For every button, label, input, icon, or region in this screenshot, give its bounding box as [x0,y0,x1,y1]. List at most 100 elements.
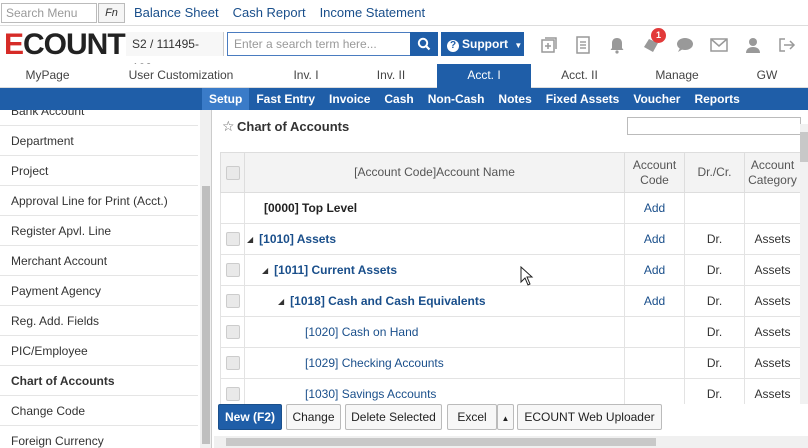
submenu-setup[interactable]: Setup [202,88,250,110]
search-button[interactable] [410,32,438,56]
tab-inv-2[interactable]: Inv. II [345,64,437,88]
select-all-checkbox-cell[interactable] [220,152,245,193]
account-name[interactable]: [1010] Assets [259,232,336,246]
submenu-invoice[interactable]: Invoice [322,88,377,110]
col-header-account-code[interactable]: Account Code [624,152,685,193]
dr-cr-cell: Dr. [684,254,745,286]
caret-up-icon: ▲ [501,414,510,423]
add-link[interactable]: Add [644,201,665,215]
horizontal-scrollbar[interactable] [214,436,808,448]
select-all-checkbox[interactable] [225,165,240,180]
help-icon: ? [447,40,459,52]
sidebar-item-merchant-account[interactable]: Merchant Account [0,246,198,276]
col-header-dr-cr[interactable]: Dr./Cr. [684,152,745,193]
row-checkbox[interactable] [225,325,240,340]
excel-button[interactable]: Excel [447,404,497,430]
logout-icon[interactable] [774,34,800,56]
submenu-fast-entry[interactable]: Fast Entry [249,88,322,110]
collapse-triangle-icon[interactable]: ◢ [278,297,284,306]
quick-link-cash-report[interactable]: Cash Report [233,5,306,20]
row-checkbox[interactable] [225,356,240,371]
add-link[interactable]: Add [644,232,665,246]
quick-link-income-statement[interactable]: Income Statement [320,5,426,20]
sidebar-scrollbar[interactable] [200,110,211,448]
dr-cr-cell: Dr. [684,285,745,317]
tab-acct-1[interactable]: Acct. I [437,64,531,88]
delete-selected-button[interactable]: Delete Selected [345,404,442,430]
add-link[interactable]: Add [644,263,665,277]
submenu-cash[interactable]: Cash [377,88,420,110]
add-link[interactable]: Add [644,294,665,308]
row-checkbox[interactable] [225,263,240,278]
row-checkbox[interactable] [225,232,240,247]
table-row: ◢ [1010] Assets Add Dr. Assets [220,223,801,255]
account-name[interactable]: [1030] Savings Accounts [305,387,436,401]
approval-icon[interactable]: 1 [638,28,666,56]
search-menu-input[interactable]: Search Menu [1,3,97,23]
sidebar-item-department[interactable]: Department [0,126,198,156]
account-name[interactable]: [1011] Current Assets [274,263,397,277]
row-checkbox[interactable] [225,387,240,402]
sidebar-item-change-code[interactable]: Change Code [0,396,198,426]
row-checkbox[interactable] [225,294,240,309]
submenu-reports[interactable]: Reports [687,88,746,110]
memo-icon[interactable] [570,34,596,56]
content-header: ☆ Chart of Accounts [214,110,808,144]
ecount-logo[interactable]: ECOUNT [4,30,126,60]
sidebar-item-project[interactable]: Project [0,156,198,186]
change-button[interactable]: Change [286,404,341,430]
content-scrollbar[interactable] [800,124,808,414]
excel-dropdown-button[interactable]: ▲ [497,404,514,430]
star-icon[interactable]: ☆ [222,118,235,135]
submenu-fixed-assets[interactable]: Fixed Assets [539,88,627,110]
sidebar-item-payment-agency[interactable]: Payment Agency [0,276,198,306]
account-code-cell: Add [624,254,685,286]
sidebar-item-pic-employee[interactable]: PIC/Employee [0,336,198,366]
web-uploader-button[interactable]: ECOUNT Web Uploader [517,404,662,430]
account-name-cell: [1020] Cash on Hand [244,316,625,348]
account-name[interactable]: [1029] Checking Accounts [305,356,444,370]
new-button[interactable]: New (F2) [218,404,282,430]
bell-icon[interactable] [604,34,630,56]
submenu-non-cash[interactable]: Non-Cash [421,88,492,110]
quick-link-balance-sheet[interactable]: Balance Sheet [134,5,219,20]
sidebar-item-chart-of-accounts[interactable]: Chart of Accounts [0,366,198,396]
tab-acct-2[interactable]: Acct. II [531,64,628,88]
tab-mypage[interactable]: MyPage [0,64,95,88]
submenu-notes[interactable]: Notes [491,88,538,110]
new-window-icon[interactable] [536,34,562,56]
sidebar-item-bank-account[interactable]: Bank Account [0,110,198,126]
col-header-account-category[interactable]: Account Category [744,152,801,193]
global-search-input[interactable]: Enter a search term here... [227,32,411,56]
user-icon[interactable] [740,34,766,56]
account-name[interactable]: [1018] Cash and Cash Equivalents [290,294,485,308]
sidebar-scroll-thumb[interactable] [202,186,210,444]
row-checkbox-cell [220,223,245,255]
sidebar-item-register-apvl-line[interactable]: Register Apvl. Line [0,216,198,246]
tab-user-customization[interactable]: User Customization [95,64,267,88]
fn-button[interactable]: Fn [98,3,125,23]
sidebar-item-reg-add-fields[interactable]: Reg. Add. Fields [0,306,198,336]
collapse-triangle-icon[interactable]: ◢ [247,235,253,244]
sidebar-item-approval-line-print[interactable]: Approval Line for Print (Acct.) [0,186,198,216]
collapse-triangle-icon[interactable]: ◢ [262,266,268,275]
filter-input[interactable] [627,117,801,135]
chat-icon[interactable] [672,34,698,56]
horizontal-scroll-thumb[interactable] [226,438,656,446]
account-name-cell: [1029] Checking Accounts [244,347,625,379]
account-name-cell: ◢ [1010] Assets [244,223,625,255]
tab-inv-1[interactable]: Inv. I [267,64,345,88]
account-name-cell: ◢ [1018] Cash and Cash Equivalents [244,285,625,317]
table-row: [0000] Top Level Add [220,192,801,224]
submenu-voucher[interactable]: Voucher [626,88,687,110]
account-name[interactable]: [1020] Cash on Hand [305,325,418,339]
account-name[interactable]: [0000] Top Level [264,201,357,215]
sidebar-item-foreign-currency[interactable]: Foreign Currency [0,426,198,448]
col-header-account-name[interactable]: [Account Code]Account Name [244,152,625,193]
mail-icon[interactable] [706,34,732,56]
content-scroll-thumb[interactable] [800,132,808,162]
chevron-down-icon: ▼ [514,41,523,50]
tab-manage[interactable]: Manage [628,64,726,88]
tab-gw[interactable]: GW [726,64,808,88]
support-button[interactable]: ? Support ▼ [441,32,524,56]
